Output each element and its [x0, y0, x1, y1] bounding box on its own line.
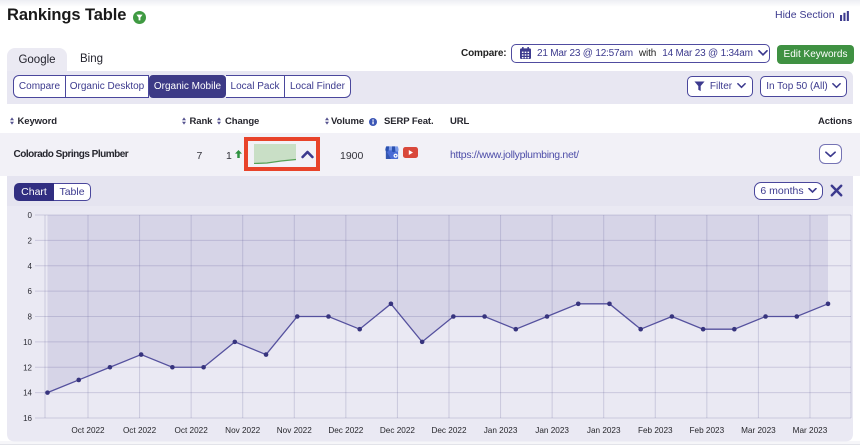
- svg-text:16: 16: [23, 414, 32, 423]
- svg-text:Oct 2022: Oct 2022: [175, 426, 209, 435]
- svg-text:Jan 2023: Jan 2023: [484, 426, 518, 435]
- svg-text:Jan 2023: Jan 2023: [535, 426, 569, 435]
- svg-text:12: 12: [23, 363, 32, 372]
- svg-text:Dec 2022: Dec 2022: [328, 426, 363, 435]
- svg-text:Feb 2023: Feb 2023: [638, 426, 673, 435]
- svg-text:8: 8: [28, 313, 33, 322]
- svg-text:Nov 2022: Nov 2022: [277, 426, 312, 435]
- svg-text:Dec 2022: Dec 2022: [380, 426, 415, 435]
- svg-text:Dec 2022: Dec 2022: [431, 426, 466, 435]
- svg-text:Oct 2022: Oct 2022: [123, 426, 157, 435]
- svg-text:Jan 2023: Jan 2023: [587, 426, 621, 435]
- svg-text:Mar 2023: Mar 2023: [741, 426, 776, 435]
- svg-text:Feb 2023: Feb 2023: [690, 426, 725, 435]
- svg-text:Oct 2022: Oct 2022: [71, 426, 105, 435]
- svg-text:2: 2: [28, 236, 33, 245]
- svg-text:6: 6: [28, 287, 33, 296]
- svg-text:Mar 2023: Mar 2023: [793, 426, 828, 435]
- svg-text:4: 4: [28, 262, 33, 271]
- svg-text:10: 10: [23, 338, 32, 347]
- svg-text:14: 14: [23, 389, 32, 398]
- svg-text:0: 0: [28, 211, 33, 220]
- svg-text:Nov 2022: Nov 2022: [225, 426, 260, 435]
